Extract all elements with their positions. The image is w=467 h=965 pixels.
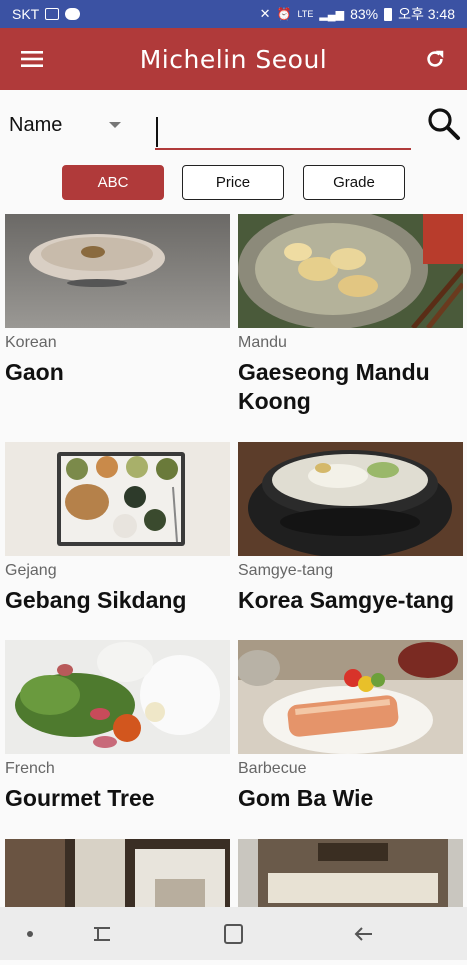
restaurant-category: Gejang [5,562,57,579]
restaurant-card-gom-ba-wie[interactable]: Barbecue Gom Ba Wie [238,640,463,813]
network-label: LTE [297,9,314,19]
restaurant-category: Korean [5,334,57,351]
navigation-bar [0,907,467,960]
restaurant-name: Gaeseong Mandu Koong [238,359,430,414]
carrier-label: SKT [12,6,40,22]
restaurant-image [5,442,230,556]
restaurant-category: Barbecue [238,760,307,777]
nav-dot-icon [27,931,33,937]
restaurant-card-gaon[interactable]: Korean Gaon [5,214,230,387]
battery-icon [384,7,393,21]
search-field-selected: Name [9,113,63,136]
mute-icon: ✕ [259,6,271,21]
restaurant-image [5,640,230,754]
restaurant-category: Samgye-tang [238,562,334,579]
search-field-dropdown[interactable]: Name [9,110,129,140]
hamburger-menu-icon[interactable] [0,28,64,90]
refresh-icon[interactable] [403,28,467,90]
restaurant-card-gaeseong-mandu-koong[interactable]: Mandu Gaeseong Mandu Koong [238,214,463,416]
restaurant-category: French [5,760,55,777]
recent-apps-icon[interactable] [94,927,110,941]
restaurant-name: Gom Ba Wie [238,785,374,811]
sort-abc-button[interactable]: ABC [62,165,164,200]
restaurant-name: Gourmet Tree [5,785,155,811]
search-icon[interactable] [426,106,464,144]
clock: 오후 3:48 [398,6,455,22]
status-bar: SKT ✕ ⏰ LTE ▂▄▆ 83% 오후 3:48 [0,0,467,28]
restaurant-image [238,214,463,328]
search-row: Name [0,90,467,160]
restaurant-name: Gebang Sikdang [5,587,187,613]
battery-percent: 83% [350,6,379,22]
restaurant-card-gourmet-tree[interactable]: French Gourmet Tree [5,640,230,813]
sort-grade-button[interactable]: Grade [303,165,405,200]
restaurant-name: Gaon [5,359,64,385]
message-notification-icon [65,8,81,20]
chevron-down-icon [109,122,121,128]
restaurant-category: Mandu [238,334,287,351]
alarm-icon: ⏰ [276,7,292,21]
search-input[interactable] [155,112,411,150]
restaurant-image [5,214,230,328]
text-cursor [156,117,158,147]
app-bar: Michelin Seoul [0,28,467,90]
restaurant-image [238,442,463,556]
restaurant-name: Korea Samgye-tang [238,587,455,613]
sort-buttons: ABC Price Grade [0,165,467,201]
sort-price-button[interactable]: Price [182,165,284,200]
back-icon[interactable] [354,927,372,941]
restaurant-image [238,640,463,754]
restaurant-card-gebang-sikdang[interactable]: Gejang Gebang Sikdang [5,442,230,615]
signal-icon: ▂▄▆ [319,8,345,21]
gallery-notification-icon [45,8,60,20]
app-title: Michelin Seoul [139,44,328,74]
restaurant-card-korea-samgye-tang[interactable]: Samgye-tang Korea Samgye-tang [238,442,463,615]
home-icon[interactable] [224,924,243,944]
